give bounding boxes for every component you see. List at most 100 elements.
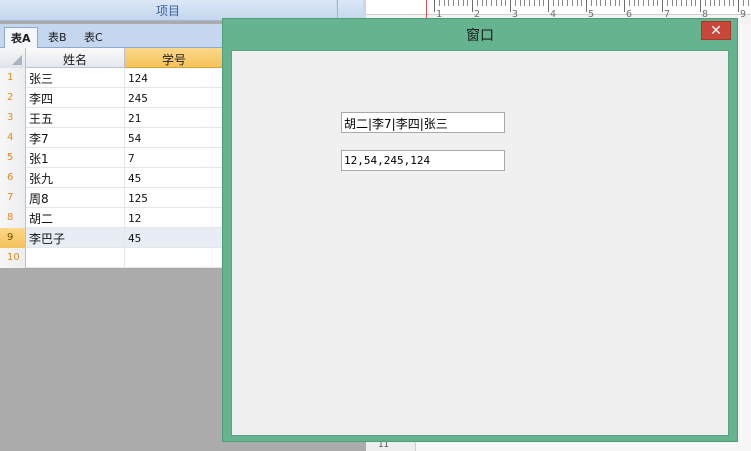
ruler-tick bbox=[619, 0, 620, 6]
cell-id[interactable]: 124 bbox=[125, 68, 224, 88]
tab-sheet-c[interactable]: 表C bbox=[78, 27, 109, 48]
ruler-tick bbox=[581, 0, 582, 6]
cell-name[interactable]: 张1 bbox=[26, 148, 125, 168]
ruler-tick bbox=[453, 0, 454, 6]
ruler-tick bbox=[615, 0, 616, 6]
ruler-tick bbox=[686, 0, 687, 6]
cell-id[interactable]: 125 bbox=[125, 188, 224, 208]
ruler-tick bbox=[691, 0, 692, 6]
table-row[interactable]: 4 李7 54 bbox=[0, 128, 224, 148]
sheet-tabs: 表A 表B 表C bbox=[0, 24, 224, 48]
row-number[interactable]: 6 bbox=[0, 168, 26, 188]
cell-name[interactable]: 张九 bbox=[26, 168, 125, 188]
app-stage: 项目 123456789 11 表A 表B 表C 姓名 学号 1 张三 124 2 李四… bbox=[0, 0, 751, 451]
ruler-tick bbox=[643, 0, 644, 6]
ruler-tick bbox=[463, 0, 464, 6]
column-header-name[interactable]: 姓名 bbox=[26, 48, 125, 68]
ruler-tick bbox=[444, 0, 445, 6]
ruler-tick bbox=[539, 0, 540, 6]
ruler-tick bbox=[534, 0, 535, 6]
ruler-tick bbox=[672, 0, 673, 6]
table-row[interactable]: 3 王五 21 bbox=[0, 108, 224, 128]
cell-name[interactable]: 李7 bbox=[26, 128, 125, 148]
ruler-tick bbox=[448, 0, 449, 6]
ruler-tick bbox=[439, 0, 440, 6]
ruler-tick bbox=[529, 0, 530, 6]
ruler-tick bbox=[714, 0, 715, 6]
table-row[interactable]: 2 李四 245 bbox=[0, 88, 224, 108]
ruler-tick bbox=[520, 0, 521, 6]
cell-name[interactable]: 李四 bbox=[26, 88, 125, 108]
tab-sheet-a[interactable]: 表A bbox=[4, 27, 38, 48]
ruler-tick bbox=[719, 0, 720, 6]
ruler-tick bbox=[458, 0, 459, 6]
ruler-tick bbox=[676, 0, 677, 6]
row-number[interactable]: 10 bbox=[0, 248, 26, 268]
window-title: 窗口 bbox=[466, 28, 494, 44]
ruler-tick bbox=[572, 0, 573, 6]
ruler-tick bbox=[467, 0, 468, 6]
row-number[interactable]: 8 bbox=[0, 208, 26, 228]
ruler-tick bbox=[586, 0, 587, 12]
ruler-tick bbox=[600, 0, 601, 6]
cell-name[interactable]: 周8 bbox=[26, 188, 125, 208]
ids-textbox[interactable]: 12,54,245,124 bbox=[341, 150, 505, 171]
names-textbox[interactable]: 胡二|李7|李四|张三 bbox=[341, 112, 505, 133]
ruler-tick bbox=[472, 0, 473, 12]
ruler-tick bbox=[434, 0, 435, 12]
cell-id[interactable] bbox=[125, 248, 224, 268]
cell-id[interactable]: 45 bbox=[125, 228, 224, 248]
ruler-tick bbox=[667, 0, 668, 6]
column-header-id[interactable]: 学号 bbox=[125, 48, 224, 68]
ruler-tick bbox=[477, 0, 478, 6]
table-row[interactable]: 5 张1 7 bbox=[0, 148, 224, 168]
table-row[interactable]: 1 张三 124 bbox=[0, 68, 224, 88]
cell-name[interactable] bbox=[26, 248, 125, 268]
row-number[interactable]: 9 bbox=[0, 228, 26, 248]
row-number[interactable]: 3 bbox=[0, 108, 26, 128]
ruler-tick bbox=[743, 0, 744, 6]
ruler-tick bbox=[543, 0, 544, 6]
tab-sheet-b[interactable]: 表B bbox=[42, 27, 73, 48]
ruler-tick bbox=[577, 0, 578, 6]
ruler-tick bbox=[524, 0, 525, 6]
ruler-tick bbox=[562, 0, 563, 6]
table-row[interactable]: 8 胡二 12 bbox=[0, 208, 224, 228]
ruler-tick bbox=[748, 0, 749, 6]
close-button[interactable]: ✕ bbox=[701, 21, 731, 40]
cell-name[interactable]: 张三 bbox=[26, 68, 125, 88]
cell-id[interactable]: 7 bbox=[125, 148, 224, 168]
window-client-area: 胡二|李7|李四|张三 12,54,245,124 bbox=[231, 50, 729, 436]
ruler-tick bbox=[662, 0, 663, 12]
grid-header: 姓名 学号 bbox=[0, 48, 224, 68]
ruler-tick bbox=[634, 0, 635, 6]
ruler-tick bbox=[596, 0, 597, 6]
table-row[interactable]: 6 张九 45 bbox=[0, 168, 224, 188]
ruler-number: 9 bbox=[740, 9, 747, 20]
cell-name[interactable]: 王五 bbox=[26, 108, 125, 128]
data-grid: 姓名 学号 1 张三 124 2 李四 245 3 王五 21 4 李7 54 5 张1 7 6 张九 45 7 周8… bbox=[0, 48, 224, 268]
ruler-tick bbox=[505, 0, 506, 6]
cell-name[interactable]: 李巴子 bbox=[26, 228, 125, 248]
table-row[interactable]: 7 周8 125 bbox=[0, 188, 224, 208]
ruler-tick bbox=[681, 0, 682, 6]
cell-name[interactable]: 胡二 bbox=[26, 208, 125, 228]
cell-id[interactable]: 45 bbox=[125, 168, 224, 188]
row-number[interactable]: 1 bbox=[0, 68, 26, 88]
project-label: 项目 bbox=[155, 4, 180, 18]
ruler-tick bbox=[695, 0, 696, 6]
row-number[interactable]: 2 bbox=[0, 88, 26, 108]
row-number[interactable]: 7 bbox=[0, 188, 26, 208]
ruler-tick bbox=[496, 0, 497, 6]
select-all-corner[interactable] bbox=[0, 48, 26, 68]
row-number[interactable]: 5 bbox=[0, 148, 26, 168]
table-row[interactable]: 9 李巴子 45 bbox=[0, 228, 224, 248]
table-row[interactable]: 10 bbox=[0, 248, 224, 268]
ruler-tick bbox=[733, 0, 734, 6]
cell-id[interactable]: 21 bbox=[125, 108, 224, 128]
cell-id[interactable]: 54 bbox=[125, 128, 224, 148]
ruler-tick bbox=[567, 0, 568, 6]
row-number[interactable]: 4 bbox=[0, 128, 26, 148]
cell-id[interactable]: 245 bbox=[125, 88, 224, 108]
cell-id[interactable]: 12 bbox=[125, 208, 224, 228]
